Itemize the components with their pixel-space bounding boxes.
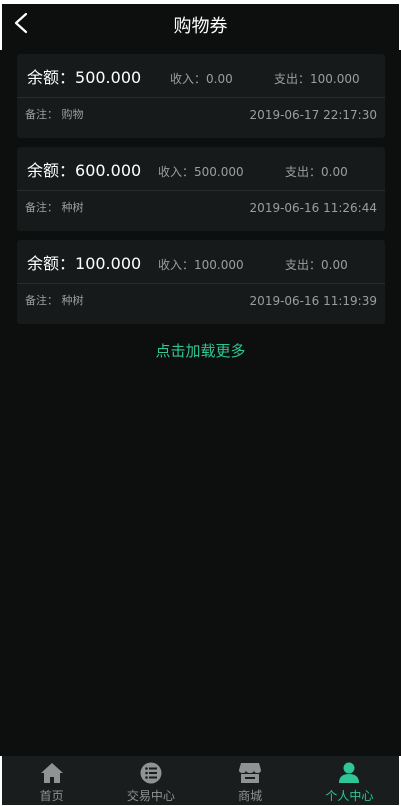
tab-bar: 首页 交易中心 商城 个人中心 xyxy=(0,756,401,806)
load-more-button[interactable]: 点击加载更多 xyxy=(0,341,401,361)
tab-label: 个人中心 xyxy=(325,789,374,803)
expense-value: 支出：0.00 xyxy=(285,258,348,272)
balance-value: 余额：100.000 xyxy=(27,254,141,274)
record-card: 余额：500.000 收入：0.00 支出：100.000 备注： 购物 201… xyxy=(17,54,385,138)
tab-personal-center[interactable]: 个人中心 xyxy=(300,756,399,805)
page-title: 购物券 xyxy=(173,16,228,37)
record-card: 余额：100.000 收入：100.000 支出：0.00 备注： 种树 201… xyxy=(17,240,385,324)
balance-label: 余额： xyxy=(27,254,76,273)
tab-label: 交易中心 xyxy=(126,789,175,803)
record-summary: 余额：100.000 收入：100.000 支出：0.00 xyxy=(17,240,385,284)
income-value: 收入：0.00 xyxy=(170,72,233,86)
timestamp: 2019-06-16 11:19:39 xyxy=(249,294,377,308)
header: 购物券 xyxy=(0,0,401,50)
record-summary: 余额：600.000 收入：500.000 支出：0.00 xyxy=(17,147,385,191)
income-value: 收入：500.000 xyxy=(158,165,244,179)
income-value: 收入：100.000 xyxy=(158,258,244,272)
tab-home[interactable]: 首页 xyxy=(2,756,101,805)
balance-number: 600.000 xyxy=(75,161,142,180)
store-icon xyxy=(239,763,262,783)
remark-text: 备注： 购物 xyxy=(25,108,84,121)
balance-value: 余额：500.000 xyxy=(27,68,141,88)
home-icon xyxy=(40,763,63,783)
user-icon xyxy=(339,762,360,783)
balance-label: 余额： xyxy=(27,161,76,180)
expense-value: 支出：100.000 xyxy=(274,72,360,86)
remark-text: 备注： 种树 xyxy=(25,201,84,214)
record-card: 余额：600.000 收入：500.000 支出：0.00 备注： 种树 201… xyxy=(17,147,385,231)
record-summary: 余额：500.000 收入：0.00 支出：100.000 xyxy=(17,54,385,98)
record-list: 余额：500.000 收入：0.00 支出：100.000 备注： 购物 201… xyxy=(17,54,385,333)
tab-label: 商城 xyxy=(238,789,263,803)
screen: 购物券 余额：500.000 收入：0.00 支出：100.000 备注： 购物… xyxy=(0,0,401,806)
expense-value: 支出：0.00 xyxy=(285,165,348,179)
tab-trade-center[interactable]: 交易中心 xyxy=(101,756,200,805)
timestamp: 2019-06-17 22:17:30 xyxy=(249,108,377,122)
balance-label: 余额： xyxy=(27,68,76,87)
tab-mall[interactable]: 商城 xyxy=(201,756,300,805)
remark-text: 备注： 种树 xyxy=(25,294,84,307)
balance-number: 100.000 xyxy=(75,254,142,273)
balance-number: 500.000 xyxy=(75,68,142,87)
balance-value: 余额：600.000 xyxy=(27,161,141,181)
list-icon xyxy=(140,762,162,784)
tab-label: 首页 xyxy=(39,789,64,803)
timestamp: 2019-06-16 11:26:44 xyxy=(249,201,377,215)
